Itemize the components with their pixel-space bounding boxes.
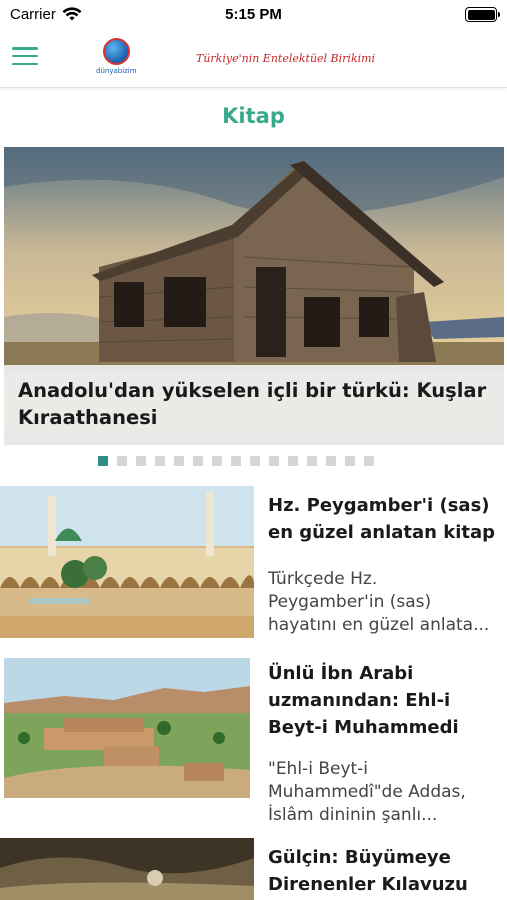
article-title-line: Ünlü İbn Arabi: [268, 663, 414, 684]
slider-dot[interactable]: [98, 456, 108, 466]
article-title-line: Hz. Peygamber'i (sas): [268, 495, 490, 516]
article-list-item[interactable]: Gülçin: Büyümeye Direnenler Kılavuzu: [0, 838, 507, 900]
carrier-indicator: Carrier: [10, 6, 82, 23]
slider-dot[interactable]: [250, 456, 260, 466]
slider-dot[interactable]: [136, 456, 146, 466]
slider-dot[interactable]: [231, 456, 241, 466]
slider-dot[interactable]: [269, 456, 279, 466]
slider-caption-line-1: Anadolu'dan yükselen içli bir türkü: Kuş…: [18, 379, 487, 402]
battery-level: [467, 9, 495, 20]
slider-caption-line-2: Kıraathanesi: [18, 406, 158, 429]
slider-dot[interactable]: [288, 456, 298, 466]
article-thumbnail-mosque[interactable]: [0, 486, 254, 638]
article-summary-line: İslâm dininin şanlı...: [268, 805, 438, 825]
article-title-line: en güzel anlatan kitap: [268, 522, 495, 543]
hamburger-menu-icon[interactable]: [12, 45, 38, 67]
article-thumbnail-forest[interactable]: [0, 838, 254, 900]
top-navigation-bar: dünyabizim Türkiye'nin Entelektüel Birik…: [0, 32, 507, 88]
article-title-line: Gülçin: Büyümeye: [268, 847, 451, 868]
site-tagline: Türkiye'nin Entelektüel Birikimi: [196, 52, 376, 65]
slider-dot[interactable]: [364, 456, 374, 466]
wifi-icon: [62, 7, 82, 21]
slider-dot[interactable]: [345, 456, 355, 466]
article-summary-line: hayatını en güzel anlata...: [268, 615, 490, 635]
status-bar: Carrier 5:15 PM: [0, 0, 507, 32]
article-list-item[interactable]: Ünlü İbn Arabi uzmanından: Ehl-i Beyt-i …: [0, 656, 507, 825]
forest-illustration: [0, 838, 254, 900]
article-title[interactable]: Ünlü İbn Arabi uzmanından: Ehl-i Beyt-i …: [268, 660, 500, 741]
slider-dot[interactable]: [326, 456, 336, 466]
settlement-illustration: [4, 658, 250, 798]
article-list-item[interactable]: Hz. Peygamber'i (sas) en güzel anlatan k…: [0, 486, 507, 641]
article-summary: Türkçede Hz. Peygamber'in (sas) hayatını…: [268, 568, 500, 637]
battery-icon: [465, 7, 500, 22]
page-title: Kitap: [222, 104, 285, 128]
globe-logo-icon: [103, 38, 130, 65]
slider-dot[interactable]: [174, 456, 184, 466]
mosque-illustration: [0, 486, 254, 638]
slider-dot[interactable]: [193, 456, 203, 466]
article-summary-line: Türkçede Hz.: [268, 569, 378, 589]
app-logo[interactable]: dünyabizim: [96, 38, 137, 78]
featured-slider[interactable]: Anadolu'dan yükselen içli bir türkü: Kuş…: [4, 147, 504, 445]
slider-dot[interactable]: [212, 456, 222, 466]
article-thumbnail-settlement[interactable]: [4, 658, 250, 798]
logo-text: dünyabizim: [96, 67, 137, 75]
slider-dot[interactable]: [155, 456, 165, 466]
article-title-line: Direnenler Kılavuzu: [268, 874, 468, 895]
article-summary-line: Muhammedî"de Addas,: [268, 782, 466, 802]
article-title-line: Beyt-i Muhammedi: [268, 717, 459, 738]
article-summary-line: Peygamber'in (sas): [268, 592, 432, 612]
slider-dot[interactable]: [117, 456, 127, 466]
slider-dot[interactable]: [307, 456, 317, 466]
slider-page-indicator[interactable]: [98, 456, 374, 466]
article-title-line: uzmanından: Ehl-i: [268, 690, 451, 711]
article-title[interactable]: Hz. Peygamber'i (sas) en güzel anlatan k…: [268, 492, 500, 546]
carrier-label: Carrier: [10, 6, 56, 23]
article-title[interactable]: Gülçin: Büyümeye Direnenler Kılavuzu: [268, 844, 500, 898]
slider-caption[interactable]: Anadolu'dan yükselen içli bir türkü: Kuş…: [4, 365, 504, 445]
article-summary-line: "Ehl-i Beyt-i: [268, 759, 369, 779]
article-summary: "Ehl-i Beyt-i Muhammedî"de Addas, İslâm …: [268, 758, 500, 827]
